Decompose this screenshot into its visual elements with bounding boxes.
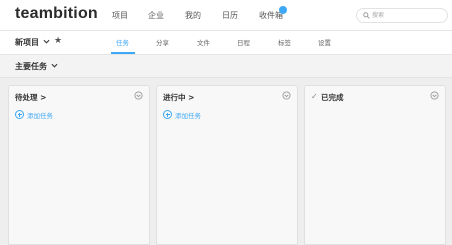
app-logo[interactable]: teambition — [15, 5, 98, 23]
tab-tags[interactable]: 标签 — [278, 37, 291, 47]
search-input[interactable] — [372, 10, 442, 21]
column-title[interactable]: 进行中 > — [163, 92, 194, 103]
task-group-selector[interactable]: 主要任务 — [15, 61, 47, 72]
top-bar: teambition 项目 企业 我的 日历 收件箱 — [0, 0, 452, 31]
add-circle-icon — [15, 110, 24, 119]
task-column-todo: 待处理 > 添加任务 — [8, 85, 150, 245]
column-menu-icon[interactable] — [430, 91, 439, 100]
tab-files[interactable]: 文件 — [197, 37, 210, 47]
filter-bar: 主要任务 — [0, 55, 452, 78]
add-task-label: 添加任务 — [27, 112, 53, 120]
active-tab-indicator — [111, 52, 135, 54]
project-name[interactable]: 新项目 — [15, 37, 39, 48]
add-circle-icon — [163, 110, 172, 119]
chevron-down-icon[interactable] — [51, 63, 58, 68]
add-task-label: 添加任务 — [175, 112, 201, 120]
tab-schedule[interactable]: 日程 — [237, 37, 250, 47]
notification-badge — [279, 6, 287, 14]
check-icon: ✓ — [311, 92, 318, 101]
star-icon[interactable]: ★ — [54, 36, 62, 46]
column-menu-icon[interactable] — [282, 91, 291, 100]
task-column-in-progress: 进行中 > 添加任务 — [156, 85, 298, 245]
chevron-down-icon[interactable] — [43, 39, 50, 44]
search-icon — [363, 12, 370, 19]
column-title[interactable]: 已完成 — [321, 92, 344, 103]
nav-item-calendar[interactable]: 日历 — [222, 10, 238, 21]
nav-item-enterprise[interactable]: 企业 — [148, 10, 164, 21]
tab-share[interactable]: 分享 — [156, 37, 169, 47]
column-menu-icon[interactable] — [134, 91, 143, 100]
task-column-done: ✓ 已完成 — [304, 85, 446, 245]
nav-item-mine[interactable]: 我的 — [185, 10, 201, 21]
column-title[interactable]: 待处理 > — [15, 92, 46, 103]
tab-settings[interactable]: 设置 — [318, 37, 331, 47]
nav-item-projects[interactable]: 项目 — [112, 10, 128, 21]
project-bar: 新项目 ★ 任务 分享 文件 日程 标签 设置 — [0, 31, 452, 55]
tab-tasks[interactable]: 任务 — [116, 37, 129, 47]
search-box[interactable] — [356, 8, 448, 23]
